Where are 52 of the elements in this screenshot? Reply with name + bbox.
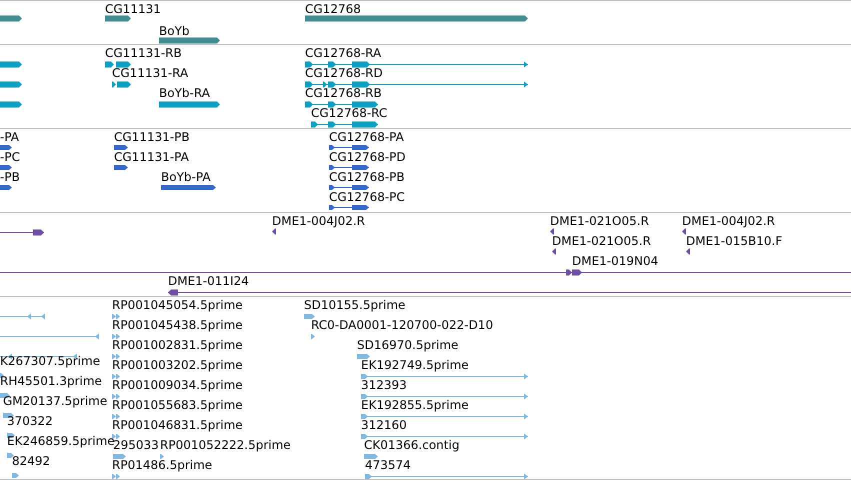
feature-label[interactable]: DME1-015B10.F <box>686 234 782 248</box>
feature-label[interactable]: CG11131-RA <box>112 66 188 80</box>
feature-label[interactable]: DME1-011I24 <box>168 274 249 288</box>
feature-label[interactable]: EK192749.5prime <box>361 358 469 372</box>
feature-label[interactable]: RP001003202.5prime <box>112 358 243 372</box>
feature-label[interactable]: 370322 <box>7 414 53 428</box>
feature-label[interactable]: DME1-021O05.R <box>550 214 649 228</box>
feature-label[interactable]: -PB <box>0 170 20 184</box>
feature-label[interactable]: 473574 <box>365 458 411 472</box>
feature-label[interactable]: BoYb-RA <box>159 86 210 100</box>
feature-label[interactable]: K267307.5prime <box>0 354 100 368</box>
feature-label[interactable]: CG12768-PB <box>329 170 405 184</box>
feature-label[interactable]: CG11131-RB <box>105 46 182 60</box>
feature-label[interactable]: RH45501.3prime <box>0 374 102 388</box>
feature-label[interactable]: 312393 <box>361 378 407 392</box>
feature-label[interactable]: CG12768-RB <box>305 86 382 100</box>
feature-label[interactable]: CG12768-PD <box>329 150 406 164</box>
feature-label[interactable]: EK192855.5prime <box>361 398 469 412</box>
feature-label[interactable]: EK246859.5prime <box>7 434 115 448</box>
feature-label[interactable]: CG12768-PA <box>329 130 404 144</box>
feature-label[interactable]: -PC <box>0 150 20 164</box>
feature-label[interactable]: CG12768-RA <box>305 46 382 60</box>
feature-label[interactable]: SD10155.5prime <box>304 298 406 312</box>
feature-label[interactable]: RP001046831.5prime <box>112 418 243 432</box>
feature-label[interactable]: BoYb-PA <box>161 170 211 184</box>
feature-label[interactable]: DME1-019N04 <box>572 254 658 268</box>
feature-label[interactable]: 295033 <box>113 438 159 452</box>
feature-label[interactable]: CG12768 <box>305 2 361 16</box>
feature-label[interactable]: GM20137.5prime <box>3 394 108 408</box>
feature-label[interactable]: CG11131-PB <box>114 130 190 144</box>
feature-label[interactable]: SD16970.5prime <box>357 338 458 352</box>
feature-label[interactable]: DME1-004J02.R <box>682 214 776 228</box>
feature-label[interactable]: CG11131 <box>105 2 161 16</box>
feature-label[interactable]: 312160 <box>361 418 407 432</box>
feature-label[interactable]: DME1-021O05.R <box>552 234 651 248</box>
feature-label[interactable]: RP001052222.5prime <box>160 438 291 452</box>
feature-label[interactable]: CG12768-RD <box>305 66 383 80</box>
feature-label[interactable]: RP001045438.5prime <box>112 318 243 332</box>
feature-label[interactable]: CK01366.contig <box>364 438 460 452</box>
feature-label[interactable]: RP001002831.5prime <box>112 338 243 352</box>
feature-label[interactable]: RP001045054.5prime <box>112 298 243 312</box>
feature-label[interactable]: CG12768-RC <box>311 106 388 120</box>
feature-label[interactable]: -PA <box>0 130 20 144</box>
feature-label[interactable]: BoYb <box>159 24 190 38</box>
feature-label[interactable]: DME1-004J02.R <box>272 214 366 228</box>
feature-label[interactable]: CG11131-PA <box>114 150 189 164</box>
feature-label[interactable]: RC0-DA0001-120700-022-D10 <box>311 318 494 332</box>
feature-label[interactable]: RP01486.5prime <box>112 458 212 472</box>
feature-label[interactable]: CG12768-PC <box>329 190 405 204</box>
feature-label[interactable]: RP001009034.5prime <box>112 378 243 392</box>
feature-label[interactable]: 82492 <box>12 454 50 468</box>
feature-label[interactable]: RP001055683.5prime <box>112 398 243 412</box>
